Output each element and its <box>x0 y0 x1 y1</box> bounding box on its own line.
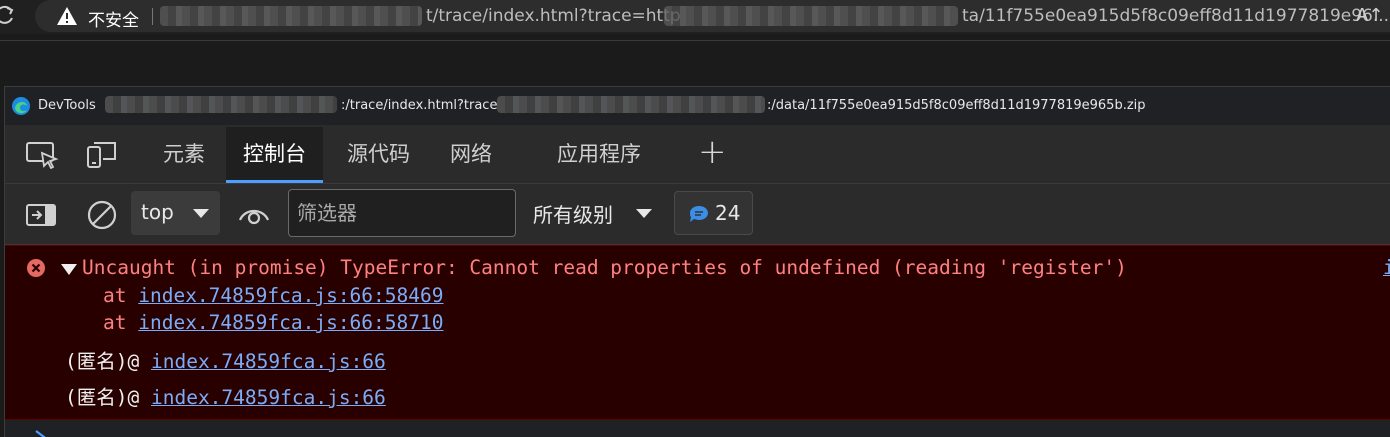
devtools-titlebar: DevTools :/trace/index.html?trace :/data… <box>5 87 1390 125</box>
tab-elements[interactable]: 元素 <box>146 127 222 181</box>
error-icon <box>27 259 45 277</box>
redacted-title-segment <box>105 96 337 113</box>
tab-application[interactable]: 应用程序 <box>540 127 658 181</box>
frame-source-link[interactable]: index.74859fca.js:66 <box>151 386 386 409</box>
context-selector[interactable]: top <box>131 191 220 235</box>
chevron-down-icon <box>193 209 209 218</box>
stack-at: at <box>103 311 127 334</box>
chevron-down-icon <box>636 209 652 218</box>
console-toolbar: top 所有级别 24 <box>5 183 1390 245</box>
frame-at-symbol: @ <box>127 386 140 409</box>
log-levels-dropdown[interactable]: 所有级别 <box>533 199 613 228</box>
reload-icon[interactable] <box>0 4 16 26</box>
stack-line: at index.74859fca.js:66:58710 <box>103 311 443 334</box>
redacted-title-segment <box>497 96 765 113</box>
message-count: 24 <box>715 201 741 225</box>
context-selector-value: top <box>141 200 174 224</box>
browser-toolbar: 不安全 t/trace/index.html?trace=http ta/11f… <box>0 0 1390 34</box>
live-expression-icon[interactable] <box>237 198 271 232</box>
console-prompt-icon[interactable] <box>33 429 49 437</box>
stack-link[interactable]: index.74859fca.js:66:58469 <box>138 284 443 307</box>
console-error-message: Uncaught (in promise) TypeError: Cannot … <box>5 245 1390 420</box>
devtools-tab-bar: 元素 控制台 源代码 网络 应用程序 + <box>5 125 1390 183</box>
read-aloud-icon[interactable]: A↑ <box>1356 5 1383 26</box>
frame-function-name: (匿名) <box>65 350 128 373</box>
tab-sources[interactable]: 源代码 <box>330 127 427 181</box>
device-emulation-icon[interactable] <box>85 139 119 169</box>
security-status[interactable]: 不安全 <box>88 6 139 31</box>
address-separator <box>152 8 153 25</box>
url-text-part-1: t/trace/index.html?trace=http <box>426 6 681 26</box>
edge-logo-icon <box>12 97 30 115</box>
message-icon <box>690 206 708 222</box>
error-text: Uncaught (in promise) TypeError: Cannot … <box>82 256 1127 279</box>
tab-console[interactable]: 控制台 <box>226 127 323 183</box>
frame-at-symbol: @ <box>127 350 140 373</box>
divider <box>0 40 1390 41</box>
frame-source-link[interactable]: index.74859fca.js:66 <box>151 350 386 373</box>
filter-input[interactable] <box>288 189 516 237</box>
inspect-icon[interactable] <box>25 139 59 169</box>
message-count-button[interactable]: 24 <box>674 191 753 235</box>
expand-toggle-icon[interactable] <box>61 264 77 275</box>
url-text-part-2: ta/11f755e0ea915d5f8c09eff8d11d1977819e9… <box>962 6 1390 26</box>
async-frame-row: (匿名)@ index.74859fca.js:66 <box>65 381 386 410</box>
clear-console-icon[interactable] <box>85 198 119 232</box>
devtools-title: DevTools <box>38 98 96 113</box>
warning-icon[interactable] <box>56 6 78 26</box>
add-tab-button[interactable]: + <box>698 135 727 169</box>
devtools-title-url-part-1: :/trace/index.html?trace <box>341 98 498 113</box>
devtools-title-url-part-2: :/data/11f755e0ea915d5f8c09eff8d11d19778… <box>767 98 1146 113</box>
async-frame-row: (匿名)@ index.74859fca.js:66 <box>65 345 386 374</box>
frame-function-name: (匿名) <box>65 386 128 409</box>
stack-link[interactable]: index.74859fca.js:66:58710 <box>138 311 443 334</box>
tab-network[interactable]: 网络 <box>433 127 509 181</box>
stack-line: at index.74859fca.js:66:58469 <box>103 284 443 307</box>
devtools-window: DevTools :/trace/index.html?trace :/data… <box>4 86 1390 437</box>
error-source-link[interactable]: i <box>1383 256 1390 279</box>
stack-at: at <box>103 284 127 307</box>
redacted-url-segment <box>664 6 958 26</box>
sidebar-toggle-icon[interactable] <box>25 198 59 232</box>
redacted-url-segment <box>160 6 422 26</box>
